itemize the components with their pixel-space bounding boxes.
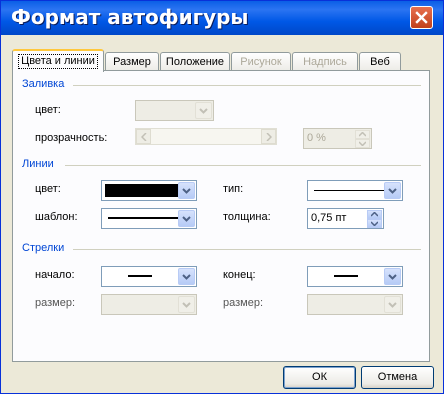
- tab-label: Цвета и линии: [18, 54, 98, 69]
- transparency-slider[interactable]: [135, 128, 277, 145]
- fill-color-label: цвет:: [35, 104, 61, 116]
- format-autoshape-dialog: Формат автофигуры Цвета и линии Размер П…: [0, 0, 444, 394]
- line-weight-value: 0,75 пт: [311, 212, 347, 224]
- line-color-label-text: цвет:: [35, 183, 61, 195]
- begin-size-dropdown-button[interactable]: [178, 296, 195, 313]
- spinner-down-button[interactable]: [355, 139, 370, 148]
- chevron-down-icon: [388, 274, 397, 280]
- line-pattern-label: шаблон:: [35, 211, 78, 223]
- arrow-left-icon: [141, 133, 147, 141]
- begin-size-select[interactable]: [101, 294, 197, 315]
- transparency-spinner[interactable]: 0 %: [303, 128, 372, 149]
- fill-color-select[interactable]: [135, 100, 214, 121]
- slider-right-button[interactable]: [261, 129, 276, 144]
- tab-text-box[interactable]: Надпись: [292, 52, 358, 71]
- end-style-preview: [334, 275, 358, 277]
- arrows-section-label: Стрелки: [22, 242, 65, 254]
- cancel-button[interactable]: Отмена: [361, 366, 434, 389]
- begin-style-select[interactable]: [101, 266, 197, 287]
- spinner-up-button[interactable]: [367, 210, 382, 219]
- end-style-select[interactable]: [307, 266, 403, 287]
- arrows-divider: [73, 249, 421, 250]
- begin-style-label: начало:: [35, 269, 75, 281]
- chevron-down-icon: [182, 302, 191, 308]
- spinner-up-button[interactable]: [355, 130, 370, 139]
- fill-divider: [73, 85, 421, 86]
- close-button[interactable]: [410, 6, 433, 29]
- line-pattern-dropdown-button[interactable]: [178, 210, 195, 227]
- line-color-label: цвет:: [35, 183, 61, 195]
- begin-style-preview: [128, 275, 152, 277]
- transparency-value: 0 %: [307, 132, 326, 144]
- line-color-dropdown-button[interactable]: [178, 182, 195, 199]
- spinner-down-button[interactable]: [367, 219, 382, 228]
- arrow-up-icon: [359, 132, 366, 137]
- line-pattern-select[interactable]: [101, 208, 197, 229]
- tab-picture[interactable]: Рисунок: [231, 52, 291, 71]
- line-type-label: тип:: [223, 183, 244, 195]
- close-icon: [415, 11, 428, 24]
- end-size-select[interactable]: [307, 294, 403, 315]
- tab-web[interactable]: Веб: [359, 52, 401, 71]
- end-style-label: конец:: [223, 269, 256, 281]
- chevron-down-icon: [182, 216, 191, 222]
- line-weight-label: толщина:: [223, 211, 271, 223]
- tab-position[interactable]: Положение: [160, 52, 230, 71]
- title-bar[interactable]: Формат автофигуры: [1, 1, 443, 35]
- chevron-down-icon: [182, 188, 191, 194]
- end-style-dropdown-button[interactable]: [384, 268, 401, 285]
- begin-style-dropdown-button[interactable]: [178, 268, 195, 285]
- chevron-down-icon: [199, 108, 208, 114]
- chevron-down-icon: [388, 188, 397, 194]
- end-size-label: размер:: [223, 297, 264, 309]
- arrow-up-icon: [371, 212, 378, 217]
- tab-colors-and-lines[interactable]: Цвета и линии: [12, 49, 104, 72]
- chevron-down-icon: [388, 302, 397, 308]
- arrow-down-icon: [371, 221, 378, 226]
- transparency-label: прозрачность:: [35, 132, 108, 144]
- fill-color-dropdown-button[interactable]: [195, 102, 212, 119]
- line-pattern-preview: [108, 217, 179, 219]
- lines-divider: [65, 165, 421, 166]
- line-color-swatch: [105, 184, 181, 197]
- end-size-dropdown-button[interactable]: [384, 296, 401, 313]
- dialog-body: Цвета и линии Размер Положение Рисунок Н…: [4, 35, 440, 391]
- colors-and-lines-panel: Заливка цвет: прозрачность: 0 % Линии цв…: [12, 70, 430, 362]
- line-type-preview: [314, 190, 385, 191]
- line-type-dropdown-button[interactable]: [384, 182, 401, 199]
- dialog-title: Формат автофигуры: [11, 5, 249, 29]
- fill-section-label: Заливка: [22, 78, 65, 90]
- line-type-select[interactable]: [307, 180, 403, 201]
- chevron-down-icon: [182, 274, 191, 280]
- tab-size[interactable]: Размер: [105, 52, 159, 71]
- line-color-select[interactable]: [101, 180, 197, 201]
- begin-size-label: размер:: [35, 297, 76, 309]
- ok-button[interactable]: ОК: [283, 366, 356, 389]
- line-weight-spinner[interactable]: 0,75 пт: [307, 208, 384, 229]
- arrow-down-icon: [359, 141, 366, 146]
- slider-left-button[interactable]: [136, 129, 151, 144]
- lines-section-label: Линии: [22, 158, 54, 170]
- arrow-right-icon: [266, 133, 272, 141]
